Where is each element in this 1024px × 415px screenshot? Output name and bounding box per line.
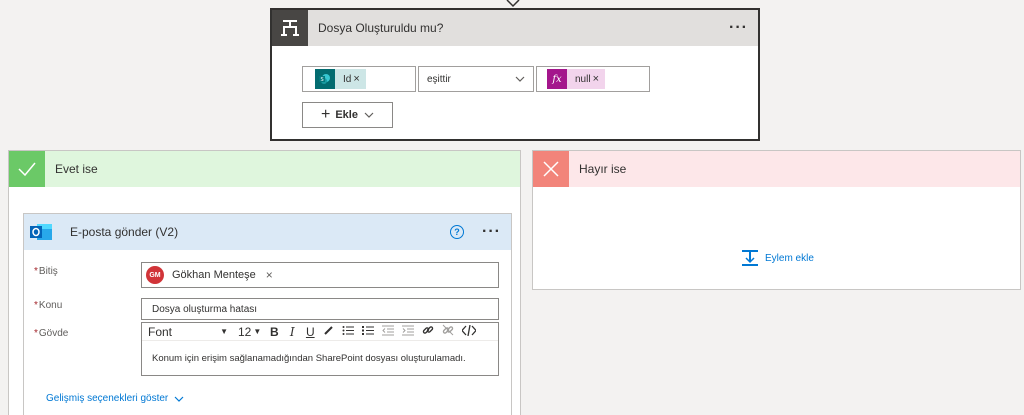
font-size-value: 12 xyxy=(238,324,252,339)
yes-branch-header[interactable]: Evet ise xyxy=(9,151,520,187)
to-label: *Bitiş xyxy=(34,266,58,277)
increase-indent-icon[interactable] xyxy=(402,325,415,339)
body-label-text: Gövde xyxy=(38,328,69,339)
outlook-icon xyxy=(26,214,56,250)
chevron-down-icon xyxy=(364,112,374,118)
required-mark: * xyxy=(34,300,38,311)
numbered-list-icon[interactable] xyxy=(362,325,375,339)
add-action-button[interactable]: Eylem ekle xyxy=(741,249,814,267)
send-email-header[interactable]: E-posta gönder (V2) ? ··· xyxy=(24,214,511,250)
no-branch: Hayır ise Eylem ekle xyxy=(532,150,1021,290)
operator-value: eşittir xyxy=(427,73,451,85)
svg-text:S: S xyxy=(321,77,324,83)
font-size-select[interactable]: 12 ▼ xyxy=(238,325,261,339)
show-advanced-options-link[interactable]: Gelişmiş seçenekleri göster xyxy=(46,393,184,404)
condition-header[interactable]: Dosya Oluşturuldu mu? ··· xyxy=(272,10,758,46)
id-token-text: Id xyxy=(343,73,352,85)
link-icon[interactable] xyxy=(422,324,434,339)
remove-recipient-button[interactable]: × xyxy=(266,268,273,282)
bold-icon[interactable]: B xyxy=(269,325,279,339)
connector-arrow-icon xyxy=(506,0,520,8)
unlink-icon[interactable] xyxy=(442,324,454,339)
recipient-name: Gökhan Menteşe xyxy=(172,269,256,281)
font-select[interactable]: Font ▼ xyxy=(148,325,228,339)
avatar: GM xyxy=(146,266,164,284)
add-action-label: Eylem ekle xyxy=(765,252,814,264)
condition-more-button[interactable]: ··· xyxy=(729,20,748,36)
null-token-text: null xyxy=(575,73,591,85)
to-label-text: Bitiş xyxy=(38,266,58,277)
caret-down-icon: ▼ xyxy=(253,327,262,336)
to-field[interactable]: GM Gökhan Menteşe × xyxy=(141,262,499,288)
no-branch-header[interactable]: Hayır ise xyxy=(533,151,1020,187)
body-label: *Gövde xyxy=(34,328,68,339)
body-value: Konum için erişim sağlanamadığından Shar… xyxy=(152,353,466,364)
condition-title: Dosya Oluşturuldu mu? xyxy=(318,21,444,35)
add-action-icon xyxy=(742,250,758,266)
bullet-list-icon[interactable] xyxy=(342,325,355,339)
remove-id-token-button[interactable]: × xyxy=(353,73,359,85)
no-branch-title: Hayır ise xyxy=(579,162,627,176)
subject-value: Dosya oluşturma hatası xyxy=(152,303,258,315)
add-button-label: Ekle xyxy=(335,109,358,121)
subject-field[interactable]: Dosya oluşturma hatası xyxy=(141,298,499,320)
subject-label: *Konu xyxy=(34,300,62,311)
decrease-indent-icon[interactable] xyxy=(382,325,395,339)
code-view-icon[interactable] xyxy=(461,324,478,339)
left-operand-field[interactable]: S Id × xyxy=(302,66,416,92)
help-icon[interactable]: ? xyxy=(450,225,465,239)
required-mark: * xyxy=(34,266,38,277)
operator-select[interactable]: eşittir xyxy=(418,66,534,92)
editor-toolbar: Font ▼ 12 ▼ B I U xyxy=(142,323,498,341)
fx-icon: fx xyxy=(547,69,567,89)
send-email-card[interactable]: E-posta gönder (V2) ? ··· *Bitiş GM Gökh… xyxy=(23,213,512,415)
caret-down-icon: ▼ xyxy=(220,327,228,336)
underline-icon[interactable]: U xyxy=(305,325,315,339)
send-email-more-button[interactable]: ··· xyxy=(482,224,501,240)
yes-branch-title: Evet ise xyxy=(55,162,98,176)
add-button[interactable]: + Ekle xyxy=(302,102,393,128)
required-mark: * xyxy=(34,328,38,339)
sharepoint-icon: S xyxy=(315,69,335,89)
id-token-label: Id × xyxy=(335,69,366,89)
send-email-title: E-posta gönder (V2) xyxy=(70,225,179,239)
condition-row: S Id × eşittir fx null × xyxy=(302,66,650,92)
chevron-down-icon xyxy=(174,396,184,402)
null-token-label: null × xyxy=(567,69,606,89)
body-editor[interactable]: Font ▼ 12 ▼ B I U Konum için erişim sağl… xyxy=(141,322,499,376)
id-token[interactable]: S Id × xyxy=(315,69,366,89)
remove-null-token-button[interactable]: × xyxy=(593,73,599,85)
subject-label-text: Konu xyxy=(38,300,63,311)
highlight-pen-icon[interactable] xyxy=(323,325,334,339)
advanced-link-label: Gelişmiş seçenekleri göster xyxy=(46,393,169,404)
italic-icon[interactable]: I xyxy=(287,325,297,339)
check-icon xyxy=(9,151,45,187)
condition-card[interactable]: Dosya Oluşturuldu mu? ··· S Id × eşittir… xyxy=(270,8,760,141)
close-icon xyxy=(533,151,569,187)
plus-icon: + xyxy=(321,106,331,123)
yes-branch: Evet ise E-posta gönder (V2) ? ··· *Biti… xyxy=(8,150,521,415)
recipient-chip[interactable]: GM Gökhan Menteşe × xyxy=(146,266,273,284)
chevron-down-icon xyxy=(515,76,525,82)
right-operand-field[interactable]: fx null × xyxy=(536,66,650,92)
null-token[interactable]: fx null × xyxy=(547,69,606,89)
condition-icon xyxy=(272,10,308,46)
font-select-value: Font xyxy=(148,324,173,339)
